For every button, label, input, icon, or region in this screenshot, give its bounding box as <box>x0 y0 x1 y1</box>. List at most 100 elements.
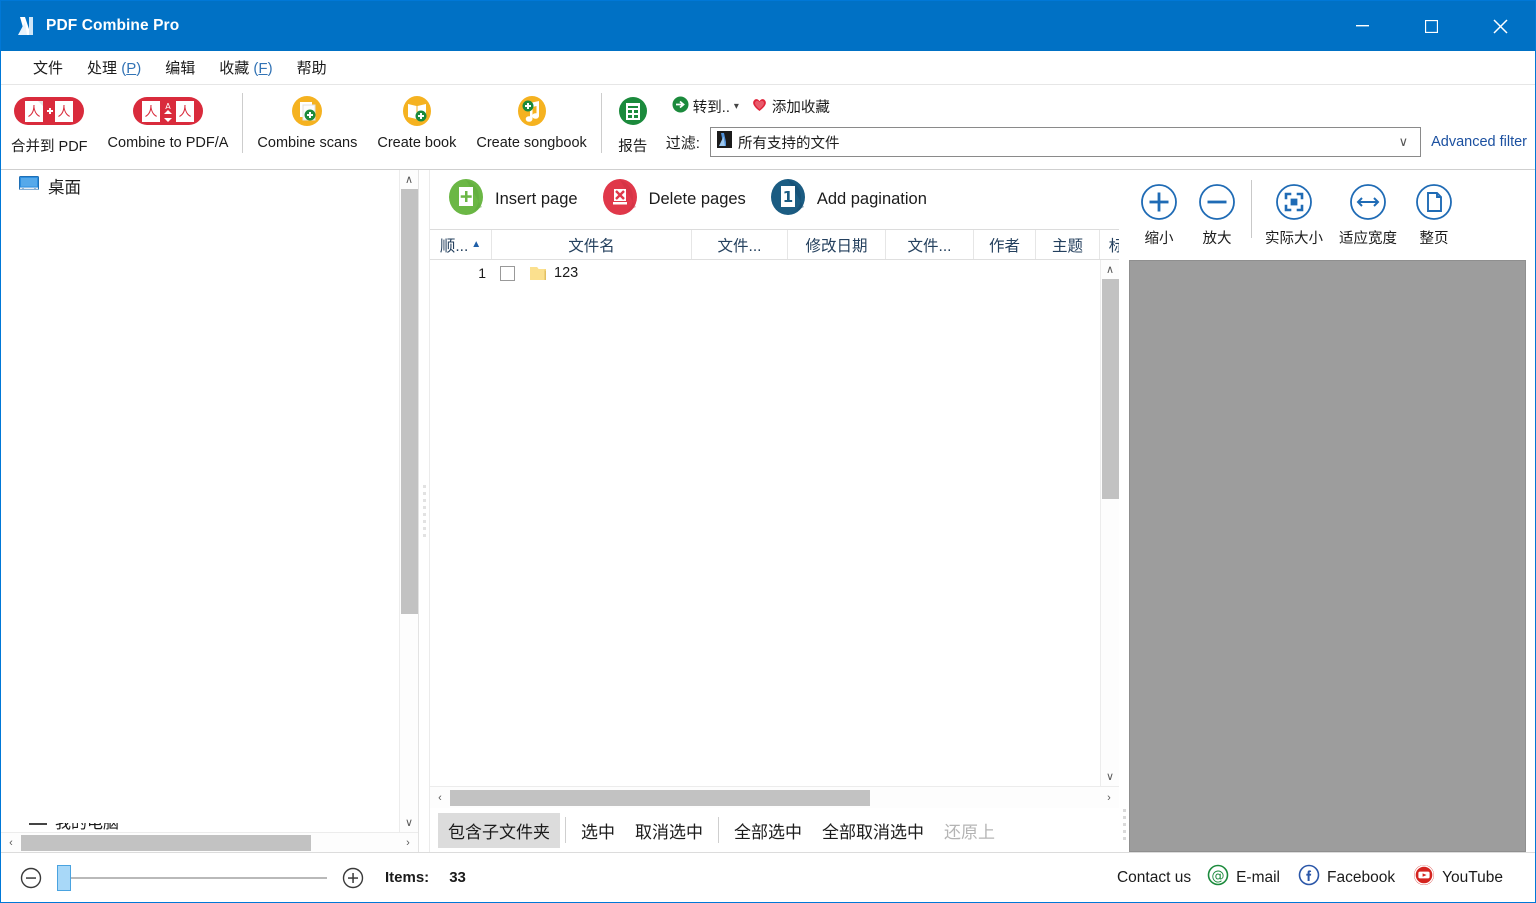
select-button[interactable]: 选中 <box>571 813 625 848</box>
column-header-author[interactable]: 作者 <box>974 230 1036 259</box>
tree-scroll-thumb[interactable] <box>400 189 418 614</box>
column-header-subject[interactable]: 主题 <box>1036 230 1100 259</box>
tree-scroll-up-button[interactable]: ∧ <box>400 170 419 189</box>
tree-hscroll-right-button[interactable]: › <box>398 833 418 853</box>
pane-splitter[interactable] <box>419 170 430 852</box>
selection-action-bar: 包含子文件夹 选中 取消选中 全部选中 全部取消选中 还原上 <box>430 808 1119 852</box>
selection-separator-1 <box>565 817 566 843</box>
include-subfolders-button[interactable]: 包含子文件夹 <box>438 812 560 848</box>
menu-bar: 文件 处理 (P) 编辑 收藏 (F) 帮助 <box>1 51 1535 85</box>
sort-ascending-icon: ▲ <box>471 239 482 250</box>
zoom-out-button[interactable]: 缩小 <box>1131 176 1187 250</box>
filter-combobox[interactable]: 所有支持的文件 ∨ <box>709 127 1422 157</box>
column-header-modified[interactable]: 修改日期 <box>788 230 886 259</box>
menu-help[interactable]: 帮助 <box>285 53 339 82</box>
tree-scroll-down-button[interactable]: ∨ <box>400 813 419 832</box>
deselect-button[interactable]: 取消选中 <box>625 813 713 848</box>
deselect-all-button[interactable]: 全部取消选中 <box>812 813 934 848</box>
tree-item-clipped[interactable]: 我的电脑 <box>29 823 269 830</box>
tree-hscroll-track[interactable] <box>21 833 398 853</box>
checkbox-unchecked-icon[interactable] <box>499 265 515 281</box>
list-hscroll-right-button[interactable]: › <box>1099 788 1119 808</box>
report-icon <box>616 91 650 131</box>
preview-canvas[interactable] <box>1129 260 1526 852</box>
combine-to-pdfa-button[interactable]: 人 人 A Combine to PDF/A <box>98 85 239 151</box>
create-book-label: Create book <box>377 135 457 151</box>
create-book-button[interactable]: Create book <box>367 85 466 151</box>
whole-page-button[interactable]: 整页 <box>1406 176 1462 250</box>
file-list-vertical-scrollbar[interactable]: ∧ ∨ <box>1100 260 1119 786</box>
contact-us-label: Contact us <box>1116 868 1192 886</box>
preview-splitter-grip[interactable] <box>1119 260 1129 852</box>
file-list-horizontal-scrollbar[interactable]: ‹ › <box>430 786 1119 808</box>
menu-process[interactable]: 处理 (P) <box>75 53 153 82</box>
chevron-down-icon[interactable]: ∨ <box>1391 134 1417 150</box>
tree-hscroll-left-button[interactable]: ‹ <box>1 833 21 853</box>
list-scroll-down-button[interactable]: ∨ <box>1101 767 1120 786</box>
folder-icon <box>522 265 554 282</box>
select-all-button[interactable]: 全部选中 <box>724 813 812 848</box>
restore-button: 还原上 <box>944 822 995 842</box>
list-hscroll-thumb[interactable] <box>450 789 870 806</box>
fit-width-button[interactable]: 适应宽度 <box>1332 176 1404 250</box>
create-songbook-button[interactable]: Create songbook <box>466 85 596 151</box>
tree-item-desktop[interactable]: 桌面 <box>1 170 399 202</box>
menu-file[interactable]: 文件 <box>21 53 75 82</box>
actual-size-button[interactable]: 实际大小 <box>1258 176 1330 250</box>
slider-thumb[interactable] <box>57 864 71 891</box>
window-controls <box>1328 1 1535 51</box>
close-button[interactable] <box>1466 1 1535 51</box>
insert-page-button[interactable]: Insert page <box>440 172 590 227</box>
delete-pages-button[interactable]: Delete pages <box>594 172 758 227</box>
insert-page-icon <box>446 177 486 222</box>
column-header-filetype[interactable]: 文件... <box>886 230 974 259</box>
menu-favorites-accel: (F) <box>253 60 273 77</box>
youtube-icon <box>1413 864 1435 891</box>
advanced-filter-link[interactable]: Advanced filter <box>1431 134 1527 150</box>
facebook-link[interactable]: Facebook <box>1298 864 1395 891</box>
combine-scans-icon <box>289 91 325 131</box>
filter-label: 过滤: <box>665 134 700 152</box>
list-scroll-track[interactable] <box>1101 279 1120 767</box>
menu-edit[interactable]: 编辑 <box>153 53 207 82</box>
create-book-icon <box>399 91 435 131</box>
list-hscroll-track[interactable] <box>450 788 1099 808</box>
tree-scroll-track[interactable] <box>400 189 419 813</box>
file-list-rows: 1 123 <box>430 260 1100 786</box>
email-link[interactable]: @ E-mail <box>1207 864 1280 891</box>
tree-hscroll-thumb[interactable] <box>21 834 311 851</box>
goto-button[interactable]: 转到.. ▾ <box>666 93 745 120</box>
file-list-main: 1 123 ∧ ∨ <box>430 260 1119 786</box>
column-header-filesize[interactable]: 文件... <box>692 230 788 259</box>
thumbnail-size-decrease-button[interactable] <box>19 866 43 890</box>
menu-favorites[interactable]: 收藏 (F) <box>207 53 284 82</box>
list-scroll-thumb[interactable] <box>1101 279 1119 499</box>
combine-scans-button[interactable]: Combine scans <box>247 85 367 151</box>
youtube-link[interactable]: YouTube <box>1413 864 1503 891</box>
youtube-label: YouTube <box>1442 868 1503 886</box>
column-header-title[interactable]: 标 <box>1100 230 1119 259</box>
filter-row: 过滤: 所有支持的文件 ∨ Advanced filter <box>660 125 1535 159</box>
thumbnail-size-increase-button[interactable] <box>341 866 365 890</box>
maximize-button[interactable] <box>1397 1 1466 51</box>
list-scroll-up-button[interactable]: ∧ <box>1101 260 1120 279</box>
column-header-order[interactable]: 顺... ▲ <box>430 230 492 259</box>
add-favorite-button[interactable]: 添加收藏 <box>745 93 836 120</box>
computer-icon <box>29 823 47 830</box>
file-list-pane: Insert page Delete pages 1 Add paginatio… <box>430 170 1119 852</box>
thumbnail-size-slider[interactable] <box>57 864 327 891</box>
zoom-in-button[interactable]: 放大 <box>1189 176 1245 250</box>
combine-to-pdf-button[interactable]: 人 人 合并到 PDF <box>1 85 98 156</box>
list-hscroll-left-button[interactable]: ‹ <box>430 788 450 808</box>
tree-vertical-scrollbar[interactable]: ∧ ∨ <box>399 170 418 832</box>
report-button[interactable]: 报告 <box>606 85 660 156</box>
tree-horizontal-scrollbar[interactable]: ‹ › <box>1 832 418 852</box>
column-header-author-label: 作者 <box>988 237 1020 255</box>
window-title: PDF Combine Pro <box>46 17 180 34</box>
table-row[interactable]: 1 123 <box>430 260 1100 286</box>
column-header-filename-label: 文件名 <box>568 237 615 255</box>
row-checkbox[interactable] <box>492 265 522 281</box>
column-header-filename[interactable]: 文件名 <box>492 230 692 259</box>
add-pagination-button[interactable]: 1 Add pagination <box>762 172 939 227</box>
minimize-button[interactable] <box>1328 1 1397 51</box>
